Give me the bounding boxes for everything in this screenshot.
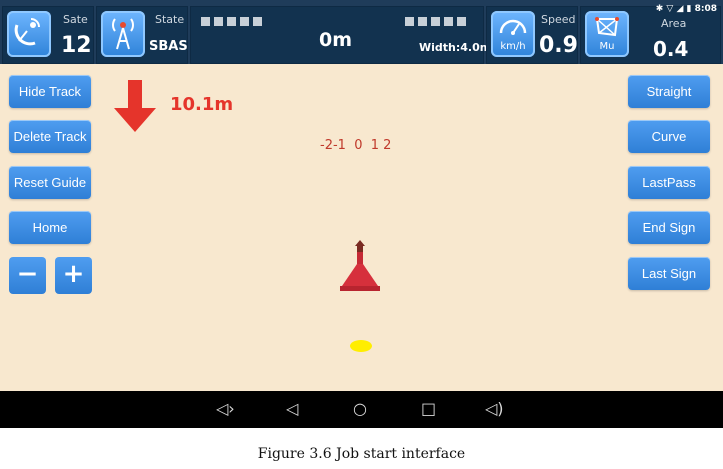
curve-button[interactable]: Curve <box>628 120 710 153</box>
speed-unit: km/h <box>500 41 526 52</box>
area-panel[interactable]: Mu Area 0.4 <box>580 6 721 64</box>
home-button[interactable]: Home <box>9 211 91 244</box>
back-icon[interactable]: ◁ <box>286 399 298 418</box>
position-marker <box>350 340 372 352</box>
battery-icon: ▮ <box>686 4 692 14</box>
state-label: State <box>155 13 185 26</box>
volume-up-icon[interactable]: ◁) <box>485 399 504 418</box>
cell-signal-icon: ◢ <box>676 4 684 14</box>
antenna-tower-icon <box>101 11 145 57</box>
android-status-bar: ✱ ▽ ◢ ▮ 8:08 <box>656 4 717 14</box>
delete-track-button[interactable]: Delete Track <box>9 120 91 153</box>
area-label: Area <box>661 17 687 30</box>
speed-panel[interactable]: km/h Speed 0.9 <box>486 6 578 64</box>
straight-button[interactable]: Straight <box>628 75 710 108</box>
width-text: Width:4.0m <box>419 41 492 54</box>
end-sign-button[interactable]: End Sign <box>628 211 710 244</box>
zoom-out-button[interactable]: − <box>9 257 46 294</box>
bluetooth-icon: ✱ <box>655 4 664 14</box>
top-status-bar: Sate 12 State SBAS 0m Width:4.0m km/h Sp… <box>0 0 723 64</box>
clock: 8:08 <box>694 4 717 14</box>
hide-track-button[interactable]: Hide Track <box>9 75 91 108</box>
zoom-in-button[interactable]: + <box>55 257 92 294</box>
speedometer-icon: km/h <box>491 11 535 57</box>
last-sign-button[interactable]: Last Sign <box>628 257 710 290</box>
android-nav-bar: ◁› ◁ ○ □ ◁) <box>0 391 723 428</box>
distance-panel: 0m Width:4.0m <box>190 6 491 64</box>
speed-label: Speed <box>541 13 576 26</box>
reset-guide-button[interactable]: Reset Guide <box>9 166 91 199</box>
app-screen: Sate 12 State SBAS 0m Width:4.0m km/h Sp… <box>0 0 723 428</box>
area-value: 0.4 <box>653 37 689 61</box>
satellite-panel[interactable]: Sate 12 <box>2 6 94 64</box>
wifi-icon: ▽ <box>666 4 674 14</box>
area-polygon-icon: Mu <box>585 11 629 57</box>
recent-apps-icon[interactable]: □ <box>421 399 436 418</box>
distance-value: 0m <box>319 29 353 51</box>
tractor-icon <box>340 240 380 291</box>
signal-blocks-right <box>405 17 466 26</box>
state-value: SBAS <box>149 39 188 54</box>
offset-down-arrow-icon <box>114 80 156 132</box>
figure-caption: Figure 3.6 Job start interface <box>257 446 466 462</box>
state-panel[interactable]: State SBAS <box>96 6 188 64</box>
area-unit: Mu <box>599 41 615 52</box>
satellite-dish-icon <box>7 11 51 57</box>
speed-value: 0.9 <box>539 33 578 58</box>
sate-value: 12 <box>61 33 92 58</box>
signal-blocks-left <box>201 17 262 26</box>
offset-distance: 10.1m <box>170 94 234 115</box>
lateral-scale-ticks: -2-1 0 1 2 <box>320 138 392 153</box>
sate-label: Sate <box>63 13 88 26</box>
volume-down-icon[interactable]: ◁› <box>216 399 235 418</box>
lastpass-button[interactable]: LastPass <box>628 166 710 199</box>
home-circle-icon[interactable]: ○ <box>353 399 367 418</box>
